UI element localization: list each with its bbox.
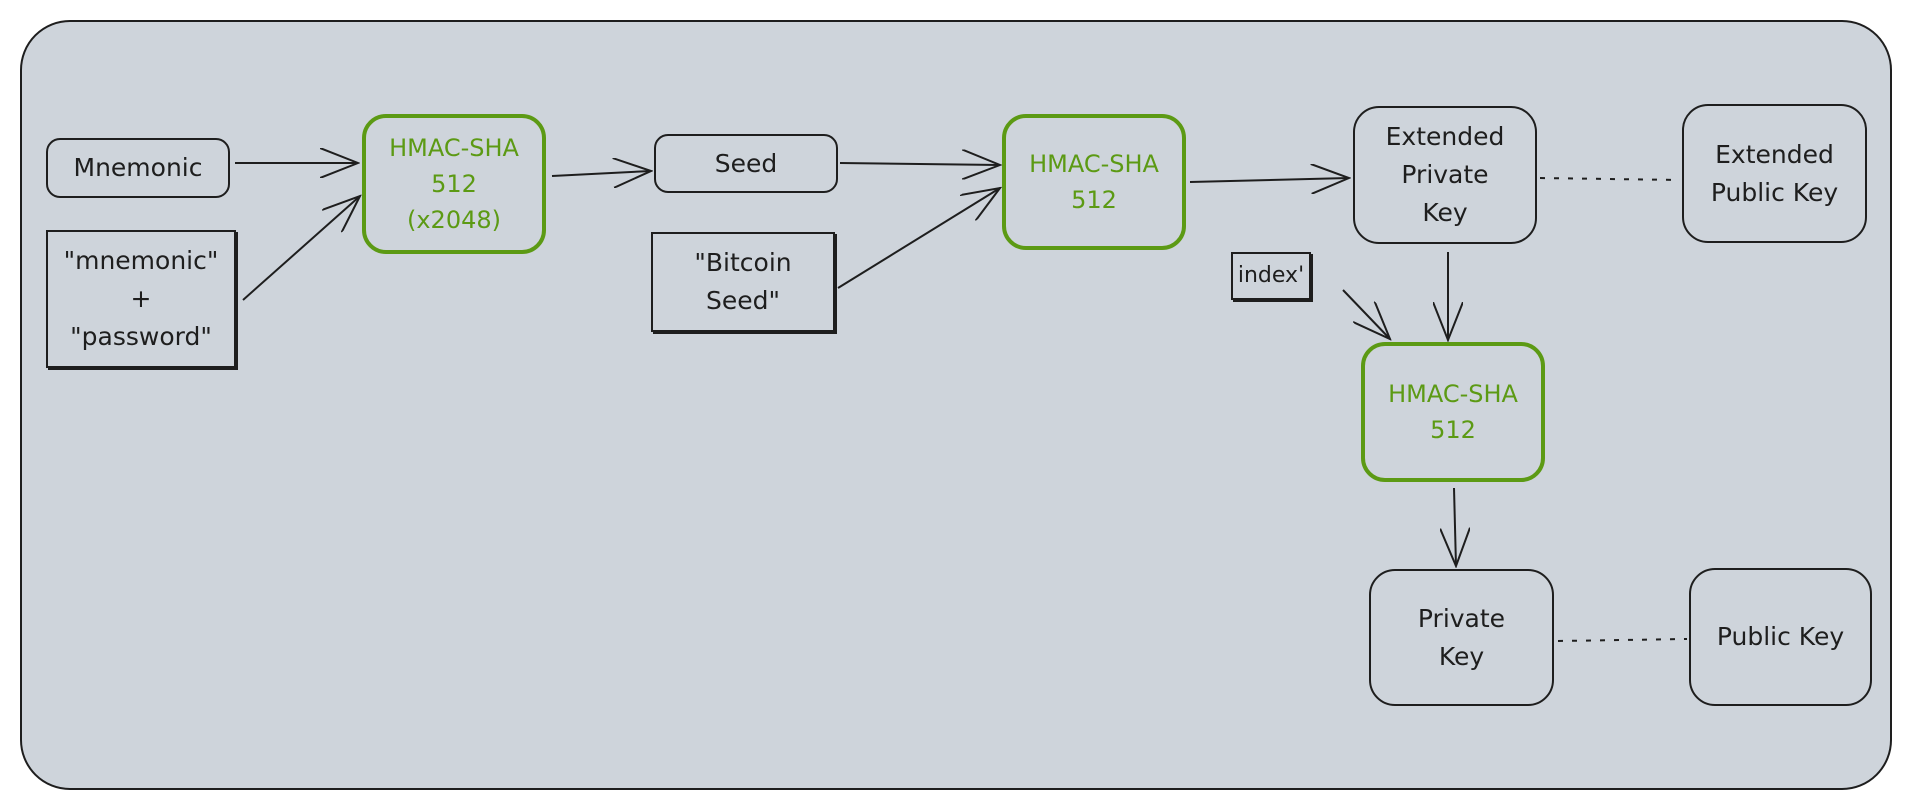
arrow-index-to-hmac3 (1342, 289, 1390, 339)
arrow-hmac2-to-ext-priv (1189, 178, 1349, 182)
arrow-salt-to-hmac1 (242, 196, 360, 301)
arrow-bitcoin-seed-to-hmac2 (837, 188, 1000, 289)
dotted-ext-priv-to-ext-pub (1539, 177, 1681, 181)
dotted-private-to-public (1557, 638, 1688, 642)
arrow-hmac1-to-seed (551, 171, 651, 176)
edges-layer (235, 0, 1688, 642)
arrow-seed-to-hmac2 (839, 163, 1000, 165)
arrow-hmac3-to-private-key (1454, 487, 1456, 566)
